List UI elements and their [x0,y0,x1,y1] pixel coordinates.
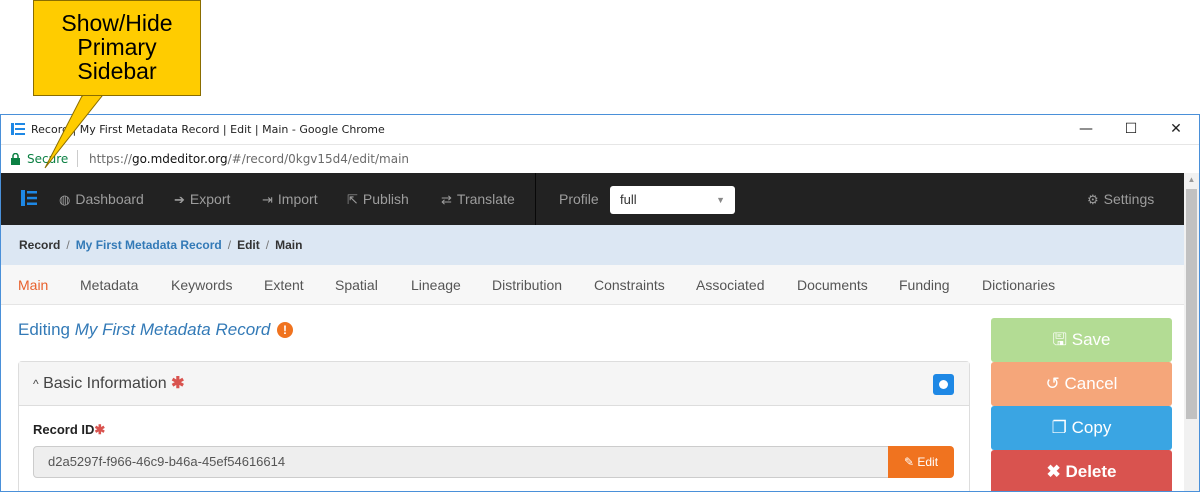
required-icon: ✱ [171,375,185,392]
tab-metadata[interactable]: Metadata [80,265,138,305]
import-icon: ⇥ [262,192,273,207]
tab-lineage[interactable]: Lineage [411,265,461,305]
scroll-up-arrow-icon[interactable]: ▲ [1184,173,1199,187]
basic-information-panel: ^ Basic Information ✱ Record ID✱ d2a5297… [18,361,970,491]
callout-line: Show/Hide [61,10,173,36]
breadcrumb-separator: / [265,238,270,252]
lock-icon [11,153,20,165]
record-id-field[interactable]: d2a5297f-f966-46c9-b46a-45ef54616614 [33,446,889,478]
floppy-icon: 🖫 [1052,330,1067,349]
tab-documents[interactable]: Documents [797,265,868,305]
tab-spatial[interactable]: Spatial [335,265,378,305]
secure-label: Secure [27,152,69,166]
profile-label: Profile [559,191,599,207]
page-scrollbar[interactable]: ▲ [1184,173,1199,491]
sidebar-toggle-icon[interactable] [21,190,37,206]
tab-extent[interactable]: Extent [264,265,304,305]
breadcrumb-separator: / [227,238,232,252]
copy-label: Copy [1071,418,1112,437]
panel-heading[interactable]: ^ Basic Information ✱ [19,362,969,406]
translate-icon: ⇄ [441,192,452,207]
url-scheme: https:// [89,152,133,166]
nav-settings[interactable]: ⚙ Settings [1087,173,1154,225]
gear-icon: ⚙ [1087,192,1099,207]
edit-record-id-button[interactable]: ✎ Edit [888,446,954,478]
undo-icon: ↺ [1045,374,1060,393]
record-id-label-text: Record ID [33,422,95,437]
editing-prefix: Editing [18,320,70,339]
nav-import[interactable]: ⇥ Import [262,173,318,225]
tab-main[interactable]: Main [18,265,48,305]
address-bar[interactable]: Secure https://go.mdeditor.org/#/record/… [1,144,1199,173]
app-list-icon [11,123,25,135]
cancel-label: Cancel [1064,374,1118,393]
warning-icon[interactable]: ! [277,322,294,338]
panel-toggle-button[interactable] [933,374,954,395]
callout-line: Sidebar [77,58,157,84]
nav-import-label: Import [277,191,318,207]
delete-label: Delete [1065,462,1117,481]
record-name: My First Metadata Record [74,320,271,339]
window-titlebar: Record | My First Metadata Record | Edit… [1,115,1199,144]
breadcrumb-current: Main [275,238,303,252]
maximize-button[interactable]: ☐ [1116,119,1146,139]
callout-note: Show/Hide Primary Sidebar [33,0,201,96]
close-button[interactable]: ✕ [1161,119,1191,139]
breadcrumb-record[interactable]: My First Metadata Record [76,238,222,252]
copy-icon: ❐ [1051,418,1067,437]
save-label: Save [1071,330,1111,349]
record-tabs: Main Metadata Keywords Extent Spatial Li… [1,265,1184,305]
nav-settings-label: Settings [1103,191,1155,207]
callout-line: Primary [77,34,157,60]
nav-publish[interactable]: ⇱ Publish [347,173,409,225]
export-icon: ➔ [174,192,185,207]
delete-button[interactable]: ✖ Delete [991,450,1172,491]
copy-button[interactable]: ❐ Copy [991,406,1172,450]
nav-export[interactable]: ➔ Export [174,173,230,225]
breadcrumb-separator: / [66,238,70,252]
panel-title-label: Basic Information [43,375,167,392]
tab-dictionaries[interactable]: Dictionaries [982,265,1055,305]
required-icon: ✱ [94,422,106,437]
breadcrumb-edit[interactable]: Edit [237,238,260,252]
nav-translate-label: Translate [456,191,515,207]
panel-title: ^ Basic Information ✱ [33,373,185,393]
minimize-button[interactable]: — [1071,119,1101,139]
page-title: Editing My First Metadata Record ! [18,320,294,340]
app-navbar: ◍ Dashboard ➔ Export ⇥ Import ⇱ Publish ⇄ Tra… [1,173,1184,225]
edit-button-label: Edit [917,455,939,469]
nav-dashboard[interactable]: ◍ Dashboard [59,173,144,225]
profile-value: full [620,192,637,207]
chevron-up-icon: ^ [33,377,39,391]
navbar-divider [535,173,536,225]
save-button[interactable]: 🖫 Save [991,318,1172,362]
window-title: Record | My First Metadata Record | Edit… [31,123,385,136]
breadcrumb-root[interactable]: Record [19,238,60,252]
tab-constraints[interactable]: Constraints [594,265,665,305]
record-id-label: Record ID✱ [33,422,105,438]
tachometer-icon: ◍ [59,192,71,207]
publish-icon: ⇱ [347,192,358,207]
url-text[interactable]: https://go.mdeditor.org/#/record/0kgv15d… [89,152,409,166]
scrollbar-thumb[interactable] [1186,189,1197,419]
nav-publish-label: Publish [362,191,409,207]
tab-funding[interactable]: Funding [899,265,950,305]
pencil-icon: ✎ [903,455,915,469]
breadcrumb: Record / My First Metadata Record / Edit / Mai… [1,225,1184,265]
nav-export-label: Export [189,191,231,207]
url-path: /#/record/0kgv15d4/edit/main [227,152,410,166]
nav-translate[interactable]: ⇄ Translate [441,173,515,225]
tab-keywords[interactable]: Keywords [171,265,232,305]
chevron-down-icon: ▼ [716,195,725,205]
profile-select[interactable]: full ▼ [610,186,735,214]
tab-associated[interactable]: Associated [696,265,764,305]
tab-distribution[interactable]: Distribution [492,265,562,305]
nav-dashboard-label: Dashboard [75,191,144,207]
cancel-button[interactable]: ↺ Cancel [991,362,1172,406]
url-host: go.mdeditor.org [132,152,228,166]
times-icon: ✖ [1046,462,1061,481]
address-divider [77,150,78,167]
browser-window: Record | My First Metadata Record | Edit… [0,114,1200,492]
